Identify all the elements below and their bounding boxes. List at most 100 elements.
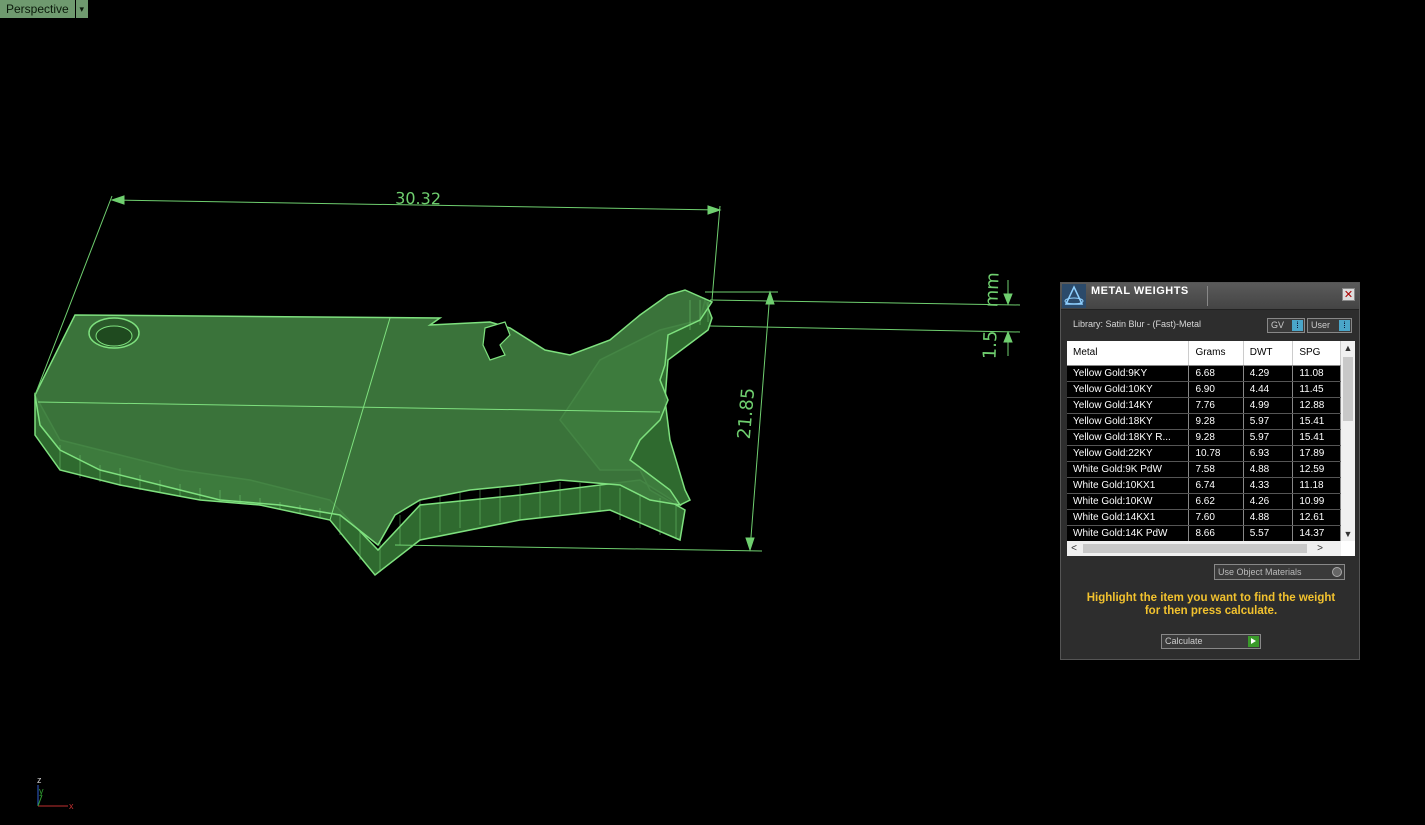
axis-gizmo: z y x [37,775,74,811]
cell-grams: 6.68 [1189,366,1244,381]
scroll-down-icon[interactable]: ▼ [1341,527,1355,541]
axis-x-label: x [69,801,74,811]
cell-grams: 10.78 [1189,446,1244,461]
table-row[interactable]: White Gold:14K PdW 8.66 5.57 14.37 [1067,526,1341,541]
cell-metal: Yellow Gold:9KY [1067,366,1190,381]
cell-dwt: 5.97 [1244,430,1294,445]
column-header-grams[interactable]: Grams [1189,341,1244,365]
cell-grams: 6.62 [1189,494,1244,509]
cell-metal: Yellow Gold:10KY [1067,382,1190,397]
calculate-button[interactable]: Calculate [1161,634,1261,649]
use-object-materials-radio[interactable] [1332,567,1342,577]
cell-dwt: 5.97 [1244,414,1294,429]
user-select[interactable]: User ⁞ [1307,318,1352,333]
cell-grams: 9.28 [1189,430,1244,445]
cell-metal: White Gold:9K PdW [1067,462,1190,477]
metal-table-container[interactable]: Metal Grams DWT SPG Yellow Gold:9KY 6.68 4… [1067,341,1355,556]
bail-hole-inner [95,325,133,347]
cell-spg: 11.18 [1293,478,1341,493]
gv-dropdown-icon[interactable]: ⁞ [1292,320,1303,331]
library-label: Library: Satin Blur - (Fast)-Metal [1073,319,1202,329]
cell-dwt: 4.33 [1244,478,1294,493]
cell-spg: 12.88 [1293,398,1341,413]
instruction-line-2: for then press calculate. [1144,605,1278,617]
calculate-label: Calculate [1165,636,1203,646]
scroll-right-icon[interactable]: > [1313,541,1327,556]
cell-grams: 9.28 [1189,414,1244,429]
cell-spg: 14.37 [1293,526,1341,541]
table-body: Yellow Gold:9KY 6.68 4.29 11.08 Yellow Gold:… [1067,366,1341,541]
table-row[interactable]: Yellow Gold:22KY 10.78 6.93 17.89 [1067,446,1341,462]
horizontal-scroll-thumb[interactable] [1083,544,1307,553]
use-object-materials-label: Use Object Materials [1218,567,1302,577]
close-icon[interactable]: ✕ [1342,288,1355,301]
cell-metal: White Gold:10KX1 [1067,478,1190,493]
cell-metal: Yellow Gold:22KY [1067,446,1190,461]
gv-select[interactable]: GV ⁞ [1267,318,1305,333]
cell-spg: 15.41 [1293,430,1341,445]
scroll-left-icon[interactable]: < [1067,541,1081,556]
table-row[interactable]: White Gold:10KW 6.62 4.26 10.99 [1067,494,1341,510]
table-horizontal-scrollbar[interactable]: < > [1067,541,1341,556]
cell-spg: 10.99 [1293,494,1341,509]
usa-pendant-model[interactable] [34,289,714,577]
metal-table[interactable]: Metal Grams DWT SPG Yellow Gold:9KY 6.68 4… [1067,341,1341,541]
cell-spg: 11.08 [1293,366,1341,381]
cell-dwt: 5.57 [1244,526,1294,541]
instruction-text: Highlight the item you want to find the … [1073,592,1349,618]
cell-metal: Yellow Gold:14KY [1067,398,1190,413]
table-header: Metal Grams DWT SPG [1067,341,1341,366]
column-header-dwt[interactable]: DWT [1244,341,1294,365]
dimension-thickness-value: 1.5 [980,330,1002,359]
table-row[interactable]: Yellow Gold:18KY R... 9.28 5.97 15.41 [1067,430,1341,446]
cell-metal: White Gold:10KW [1067,494,1190,509]
dimension-unit: mm [981,272,1003,308]
cell-dwt: 4.99 [1244,398,1294,413]
table-row[interactable]: White Gold:14KX1 7.60 4.88 12.61 [1067,510,1341,526]
cell-dwt: 6.93 [1244,446,1294,461]
user-dropdown-icon[interactable]: ⁞ [1339,320,1350,331]
cell-grams: 8.66 [1189,526,1244,541]
metal-weights-panel: METAL WEIGHTS ✕ Library: Satin Blur - (F… [1060,282,1360,660]
panel-title: METAL WEIGHTS [1091,285,1189,297]
cell-grams: 7.60 [1189,510,1244,525]
table-row[interactable]: White Gold:10KX1 6.74 4.33 11.18 [1067,478,1341,494]
cell-spg: 15.41 [1293,414,1341,429]
table-row[interactable]: Yellow Gold:18KY 9.28 5.97 15.41 [1067,414,1341,430]
panel-header[interactable]: METAL WEIGHTS ✕ [1061,283,1359,310]
user-select-value: User [1311,320,1331,330]
cell-spg: 11.45 [1293,382,1341,397]
table-row[interactable]: Yellow Gold:14KY 7.76 4.99 12.88 [1067,398,1341,414]
dimension-width-value: 30.32 [395,189,441,209]
panel-tab-separator [1207,286,1208,306]
instruction-line-1: Highlight the item you want to find the … [1086,592,1336,604]
table-vertical-scrollbar[interactable]: ▲ ▼ [1341,341,1355,541]
table-row[interactable]: White Gold:9K PdW 7.58 4.88 12.59 [1067,462,1341,478]
cell-dwt: 4.44 [1244,382,1294,397]
cell-metal: White Gold:14K PdW [1067,526,1190,541]
scroll-up-icon[interactable]: ▲ [1341,341,1355,355]
vertical-scroll-thumb[interactable] [1343,357,1353,421]
column-header-spg[interactable]: SPG [1293,341,1341,365]
column-header-metal[interactable]: Metal [1067,341,1190,365]
table-row[interactable]: Yellow Gold:10KY 6.90 4.44 11.45 [1067,382,1341,398]
dimension-thickness [709,280,1021,356]
axis-y-label: y [39,786,44,796]
cell-spg: 12.59 [1293,462,1341,477]
dimension-height-value: 21.85 [734,387,759,440]
cell-spg: 17.89 [1293,446,1341,461]
cell-dwt: 4.88 [1244,462,1294,477]
cell-spg: 12.61 [1293,510,1341,525]
table-row[interactable]: Yellow Gold:9KY 6.68 4.29 11.08 [1067,366,1341,382]
cell-dwt: 4.88 [1244,510,1294,525]
cell-dwt: 4.29 [1244,366,1294,381]
cell-grams: 7.58 [1189,462,1244,477]
play-arrow-icon[interactable] [1248,636,1259,647]
use-object-materials-option[interactable]: Use Object Materials [1214,564,1345,580]
matrix-logo-icon [1062,284,1086,308]
cell-metal: White Gold:14KX1 [1067,510,1190,525]
cell-grams: 6.90 [1189,382,1244,397]
cell-dwt: 4.26 [1244,494,1294,509]
gv-select-value: GV [1271,320,1285,330]
cell-metal: Yellow Gold:18KY [1067,414,1190,429]
